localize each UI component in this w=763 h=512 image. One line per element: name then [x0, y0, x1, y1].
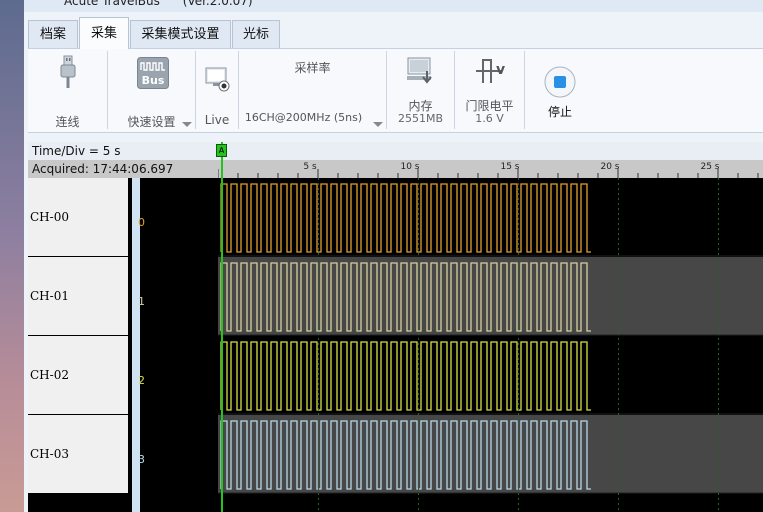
- ruler-tick-label: 10 s: [400, 162, 419, 172]
- channel-label[interactable]: CH-01: [28, 257, 128, 335]
- tab-acquire-mode[interactable]: 采集模式设置: [130, 20, 231, 48]
- desktop-background: [0, 0, 24, 512]
- svg-text:v: v: [496, 62, 505, 78]
- tab-cursor[interactable]: 光标: [232, 20, 280, 48]
- sample-rate-dropdown[interactable]: 采样率 16CH@200MHz (5ns): [239, 51, 387, 129]
- ruler-tick-label: 5 s: [303, 162, 317, 172]
- channel-waveform: [220, 341, 591, 411]
- cursor-a-marker[interactable]: A: [216, 144, 227, 157]
- channel-name: CH-00: [30, 210, 69, 224]
- channel-label[interactable]: CH-00: [28, 178, 128, 256]
- cursor-line[interactable]: [221, 142, 223, 512]
- acquired-time-label: Acquired: 17:44:06.697: [28, 160, 218, 178]
- threshold-voltage-icon: v: [476, 59, 505, 83]
- app-window: 档案 采集 采集模式设置 光标 连线 Bus 快速设置 Live 采样率 16C…: [24, 12, 763, 512]
- monitor-record-icon: [205, 67, 230, 92]
- channel-index: 2: [138, 374, 145, 387]
- ruler-tick-label: 20 s: [600, 162, 619, 172]
- ruler-tick-label: 25 s: [700, 162, 719, 172]
- waveform-panel: Time/Div = 5 s Acquired: 17:44:06.697 5 …: [28, 142, 763, 512]
- stop-icon: [544, 66, 576, 98]
- channel-name: CH-02: [30, 368, 69, 382]
- channel-index: 0: [138, 216, 145, 229]
- usb-plug-icon: [60, 55, 76, 88]
- channel-index: 3: [138, 453, 145, 466]
- memory-indicator: 内存 2551MB: [387, 51, 455, 129]
- sample-rate-title: 采样率: [294, 61, 331, 75]
- chevron-down-icon: [373, 122, 383, 127]
- ribbon-toolbar: 连线 Bus 快速设置 Live 采样率 16CH@200MHz (5ns) 内…: [28, 48, 763, 133]
- channel-waveform: [220, 183, 591, 253]
- sample-rate-value: 16CH@200MHz (5ns): [244, 111, 363, 124]
- bus-icon-text: Bus: [142, 74, 165, 87]
- threshold-setting[interactable]: v 门限电平 1.6 V: [455, 51, 525, 129]
- title-bar: Acute TravelBus (Ver.2.0.07): [24, 0, 763, 12]
- channel-label[interactable]: CH-03: [28, 415, 128, 493]
- quick-setup-dropdown[interactable]: Bus 快速设置: [108, 51, 196, 129]
- bus-icon: Bus: [137, 57, 169, 89]
- tab-acquire[interactable]: 采集: [79, 17, 129, 49]
- time-div-label: Time/Div = 5 s: [28, 142, 218, 160]
- channel-name: CH-01: [30, 289, 69, 303]
- connect-button[interactable]: 连线: [28, 51, 108, 129]
- memory-download-icon: [407, 57, 432, 84]
- channel-name: CH-03: [30, 447, 69, 461]
- time-ruler-ticks: 5 s 10 s 15 s 20 s 25 s: [218, 162, 759, 178]
- memory-value: 2551MB: [397, 112, 444, 125]
- window-title: Acute TravelBus (Ver.2.0.07): [64, 0, 253, 8]
- channel-label[interactable]: CH-02: [28, 336, 128, 414]
- tab-file[interactable]: 档案: [28, 20, 78, 48]
- connect-label: 连线: [55, 115, 80, 129]
- stop-label: 停止: [547, 105, 572, 119]
- channel-index: 1: [138, 295, 145, 308]
- cursor-bar: [218, 142, 763, 160]
- threshold-value: 1.6 V: [475, 112, 504, 125]
- ruler-tick-label: 15 s: [500, 162, 519, 172]
- waveform-traces: [218, 178, 763, 512]
- chevron-down-icon: [182, 122, 192, 127]
- stop-button[interactable]: 停止: [525, 51, 595, 129]
